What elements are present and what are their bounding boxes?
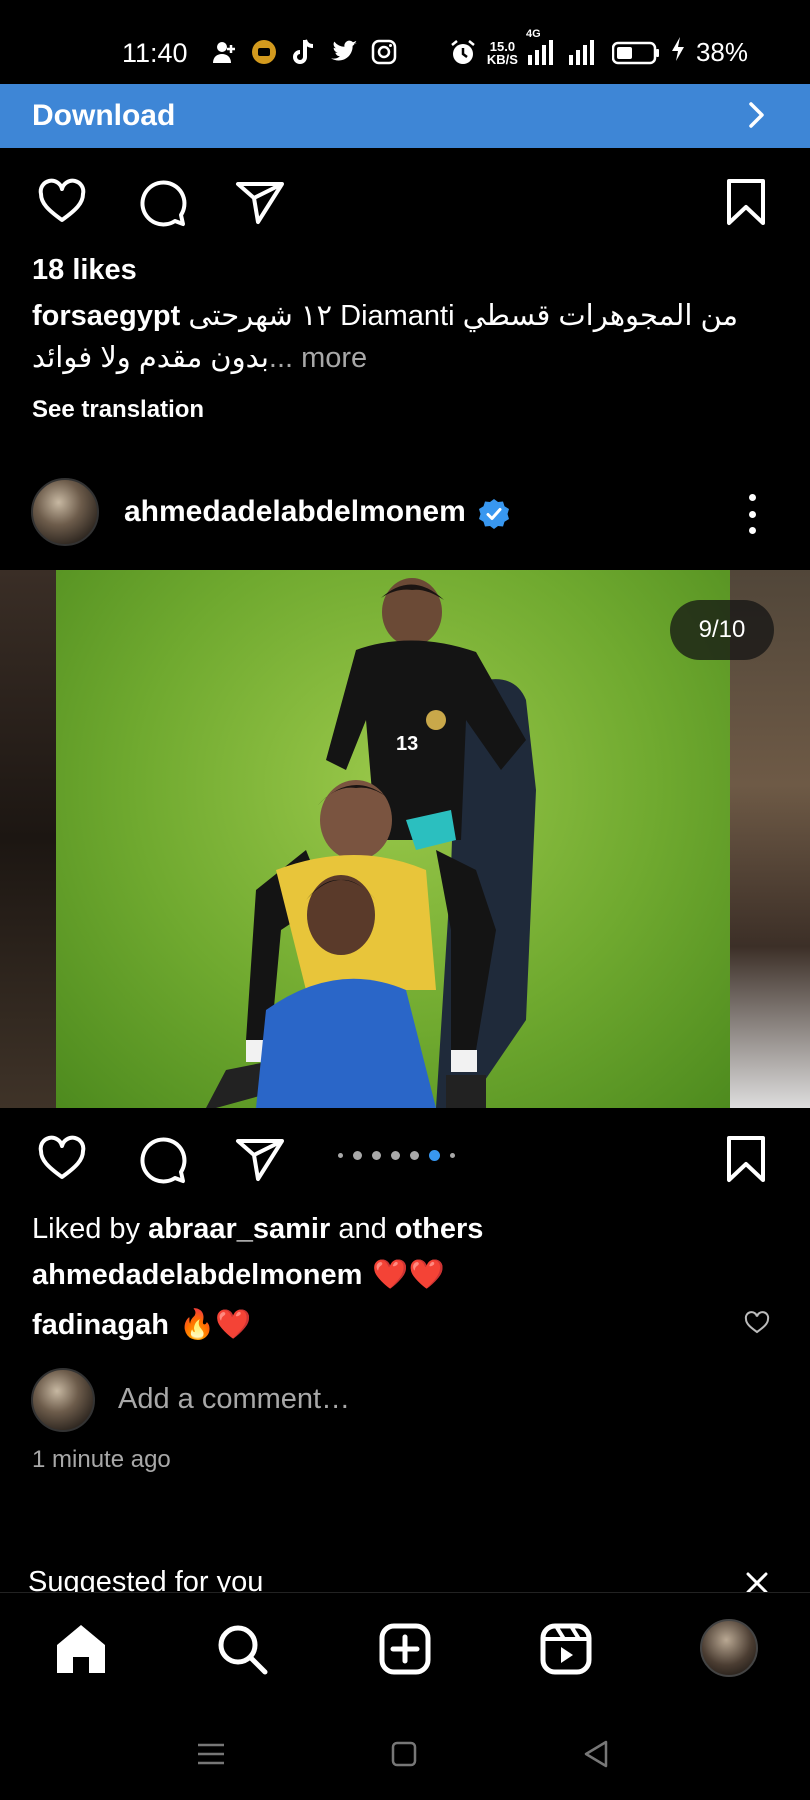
- status-time: 11:40: [122, 38, 188, 68]
- bookmark-icon[interactable]: [720, 1133, 772, 1185]
- post-author-avatar[interactable]: [31, 478, 99, 546]
- likes-count[interactable]: 18 likes: [32, 254, 137, 287]
- svg-text:13: 13: [396, 733, 418, 755]
- carousel-dot: [450, 1153, 455, 1158]
- add-comment-input[interactable]: Add a comment…: [118, 1383, 350, 1416]
- caption: forsaegypt من المجوهرات قسطي Diamanti ١٢…: [32, 298, 738, 333]
- comment-row: fadinagah 🔥❤️: [32, 1308, 251, 1342]
- previous-post-actions: [0, 170, 810, 230]
- carousel-dot: [410, 1151, 419, 1160]
- chevron-right-icon: [742, 98, 770, 140]
- post-timestamp: 1 minute ago: [32, 1446, 171, 1473]
- carousel-dot-active: [429, 1150, 440, 1161]
- charging-icon: [670, 36, 686, 69]
- caption-continued: بدون مقدم ولا فوائد... more: [32, 340, 367, 375]
- like-heart-icon[interactable]: [36, 176, 88, 228]
- caption-username[interactable]: forsaegypt: [32, 300, 180, 332]
- download-label: Download: [32, 99, 176, 132]
- verified-badge-icon: [478, 498, 510, 530]
- share-icon[interactable]: [234, 176, 286, 228]
- previous-slide-peek: [0, 570, 56, 1108]
- status-right: 15.0 KB/S 4G 38%: [449, 28, 748, 69]
- carousel-dot: [391, 1151, 400, 1160]
- photo-illustration: 13: [206, 578, 536, 1108]
- page-counter: 9/10: [670, 600, 774, 660]
- share-icon[interactable]: [234, 1133, 286, 1185]
- person-add-icon: [210, 38, 238, 66]
- menu-icon[interactable]: [195, 1738, 227, 1770]
- caption-text-2: بدون مقدم ولا فوائد: [32, 342, 269, 374]
- comment-text: 🔥❤️: [178, 1309, 252, 1341]
- comment-row: ahmedadelabdelmonem ❤️❤️: [32, 1258, 445, 1292]
- net-speed: 15.0 KB/S: [487, 40, 518, 66]
- liked-by-others[interactable]: others: [395, 1213, 484, 1245]
- bottom-nav: [0, 1592, 810, 1702]
- liked-by[interactable]: Liked by abraar_samir and others: [32, 1213, 483, 1246]
- more-options-icon[interactable]: [742, 494, 762, 534]
- comment-icon[interactable]: [136, 1133, 188, 1185]
- battery-icon: [611, 41, 660, 65]
- post-username[interactable]: ahmedadelabdelmonem: [124, 495, 466, 529]
- carousel-dot: [338, 1153, 343, 1158]
- comment-username[interactable]: ahmedadelabdelmonem: [32, 1259, 362, 1292]
- comment-like-heart-icon[interactable]: [744, 1310, 770, 1336]
- record-icon: [250, 38, 278, 66]
- status-app-icons: [210, 38, 398, 66]
- reels-icon[interactable]: [538, 1621, 594, 1677]
- download-banner[interactable]: Download: [0, 84, 810, 148]
- status-bar: 11:40 15.0 KB/S 4G 38%: [0, 0, 810, 84]
- profile-avatar[interactable]: [700, 1619, 758, 1677]
- see-translation-link[interactable]: See translation: [32, 396, 204, 424]
- home-icon[interactable]: [53, 1621, 109, 1677]
- system-nav-bar: [0, 1702, 810, 1800]
- search-icon[interactable]: [214, 1621, 270, 1677]
- post-photo[interactable]: 13 9/10: [0, 570, 810, 1108]
- liked-by-user[interactable]: abraar_samir: [148, 1213, 330, 1245]
- back-triangle-icon[interactable]: [580, 1738, 612, 1770]
- battery-percent: 38%: [695, 37, 748, 67]
- photo-main: 13: [56, 570, 736, 1108]
- alarm-icon: [449, 39, 477, 67]
- tiktok-icon: [290, 38, 318, 66]
- carousel-indicator: [338, 1150, 455, 1161]
- signal-icon: [568, 40, 594, 65]
- twitter-icon: [330, 38, 358, 66]
- bookmark-icon[interactable]: [720, 176, 772, 228]
- more-link[interactable]: ... more: [269, 342, 367, 374]
- comment-icon[interactable]: [136, 176, 188, 228]
- signal-4g: 4G: [526, 28, 553, 65]
- network-label: 4G: [525, 28, 541, 40]
- carousel-dot: [353, 1151, 362, 1160]
- create-icon[interactable]: [377, 1621, 433, 1677]
- comment-text: ❤️❤️: [372, 1259, 445, 1291]
- net-speed-unit: KB/S: [486, 51, 518, 67]
- carousel-dot: [372, 1151, 381, 1160]
- suggested-for-you-title: Suggested for you: [28, 1566, 264, 1592]
- like-heart-icon[interactable]: [36, 1133, 88, 1185]
- comment-username[interactable]: fadinagah: [32, 1309, 169, 1342]
- instagram-icon: [370, 38, 398, 66]
- current-user-avatar: [31, 1368, 95, 1432]
- net-speed-value: 15.0: [489, 38, 516, 54]
- liked-by-prefix: Liked by: [32, 1213, 141, 1245]
- caption-text: من المجوهرات قسطي Diamanti ١٢ شهرحتى: [188, 300, 739, 332]
- home-square-icon[interactable]: [388, 1738, 420, 1770]
- liked-by-and: and: [338, 1213, 387, 1245]
